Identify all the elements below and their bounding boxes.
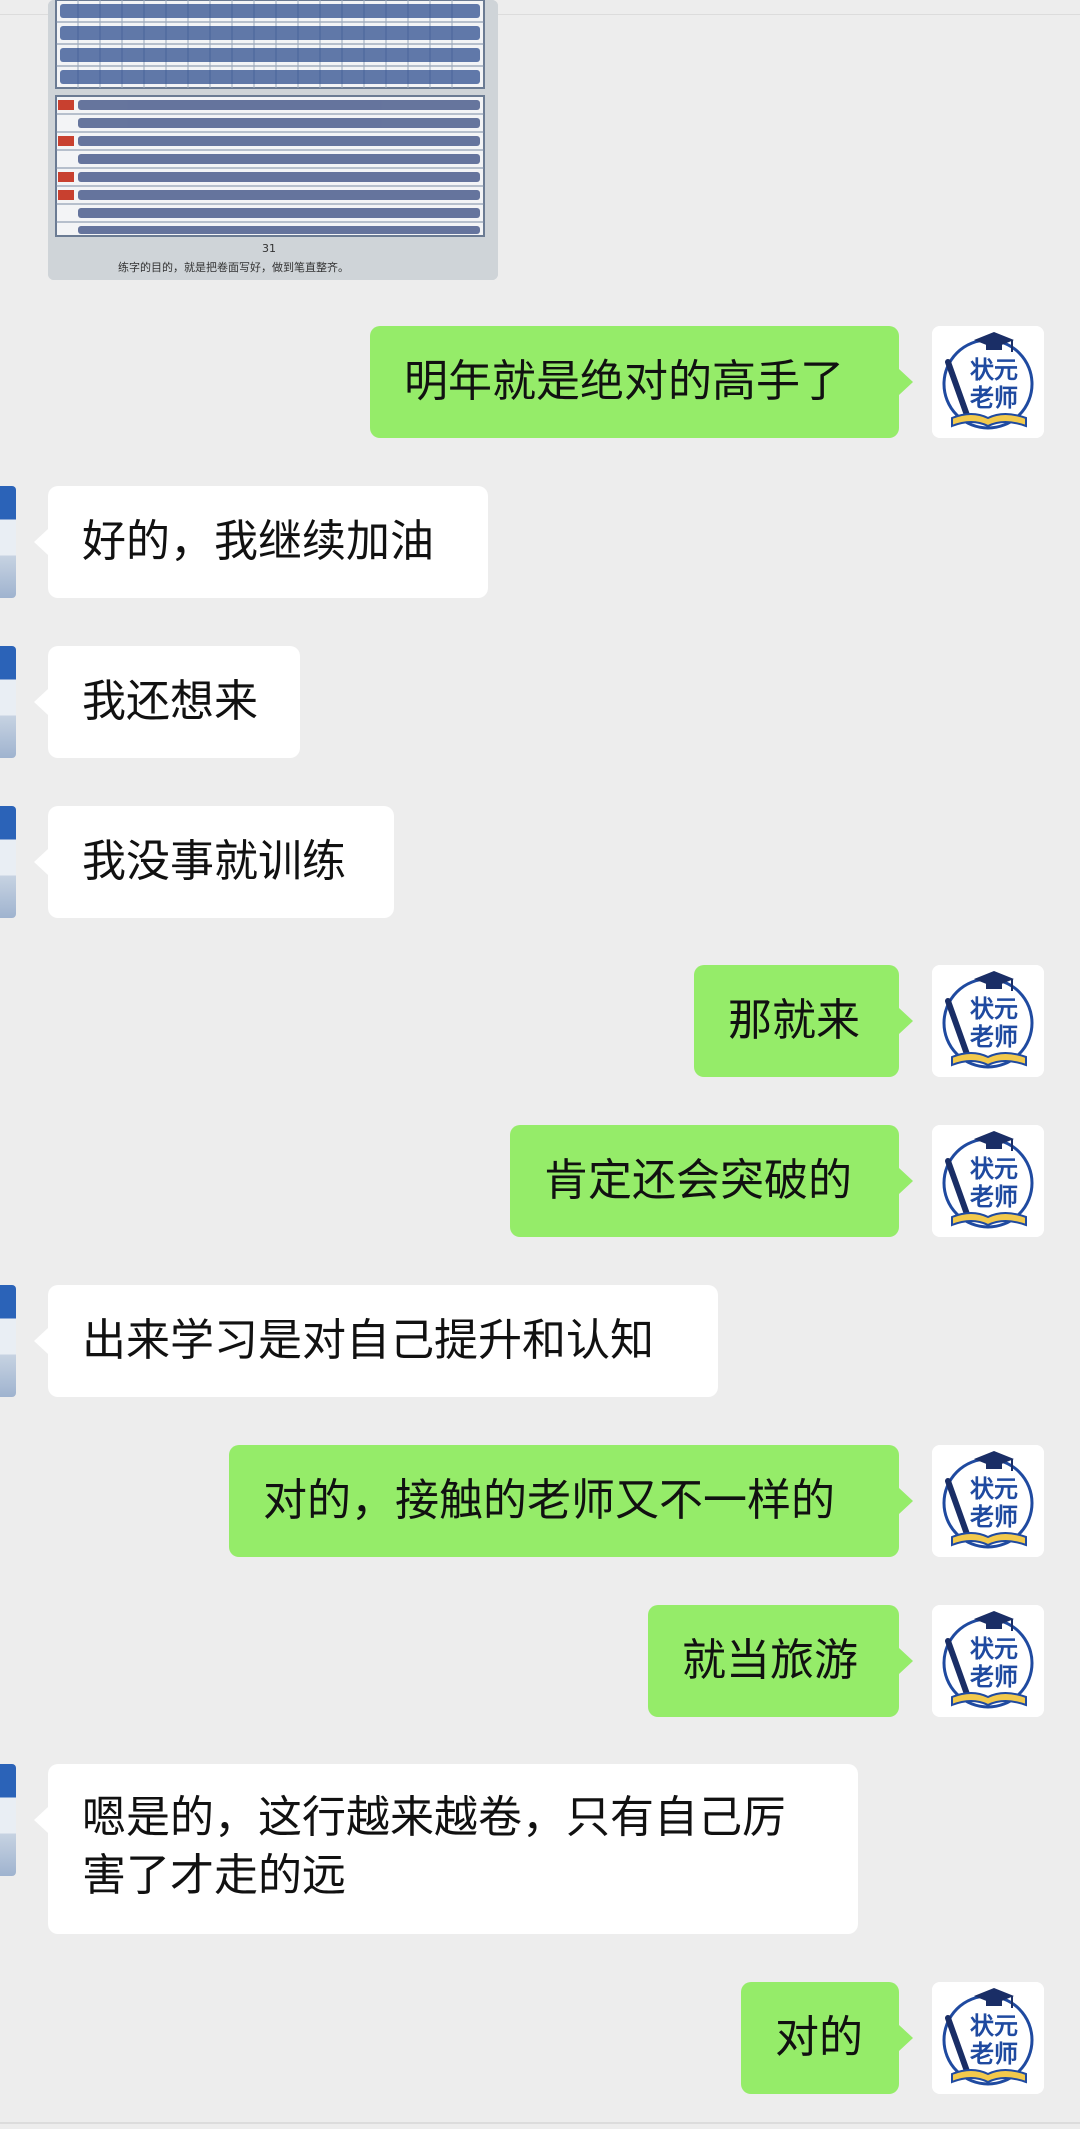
message-bubble-other[interactable]: 出来学习是对自己提升和认知 — [48, 1285, 718, 1397]
shared-image-message[interactable]: 31 练字的目的，就是把卷面写好，做到笔直整齐。 — [48, 0, 498, 280]
graduation-cap-book-pen-icon: 状元老师 — [932, 326, 1044, 438]
bubble-tail — [34, 1807, 48, 1833]
worksheet-page-number: 31 — [262, 242, 276, 255]
avatar-text-line1: 状元 — [970, 1475, 1018, 1503]
bottom-divider — [0, 2122, 1080, 2124]
message-bubble-self[interactable]: 肯定还会突破的 — [510, 1125, 899, 1237]
message-text: 对的，接触的老师又不一样的 — [263, 1475, 835, 1526]
message-text: 那就来 — [728, 995, 860, 1046]
bubble-tail — [34, 849, 48, 875]
user-avatar[interactable] — [0, 486, 16, 598]
bubble-tail — [899, 1168, 913, 1194]
message-text: 我没事就训练 — [82, 836, 346, 887]
handwriting-worksheet-image: 31 练字的目的，就是把卷面写好，做到笔直整齐。 — [48, 0, 498, 280]
teacher-avatar[interactable]: 状元 老师 — [932, 1125, 1044, 1237]
avatar-text-line1: 状元 — [970, 1155, 1018, 1183]
message-text: 明年就是绝对的高手了 — [404, 356, 844, 407]
avatar-text-line2: 老师 — [970, 2040, 1018, 2068]
message-bubble-self[interactable]: 明年就是绝对的高手了 — [370, 326, 899, 438]
message-bubble-self[interactable]: 对的 — [741, 1982, 899, 2094]
bubble-tail — [34, 689, 48, 715]
message-text: 嗯是的，这行越来越卷，只有自己厉害了才走的远 — [82, 1792, 786, 1901]
message-bubble-self[interactable]: 对的，接触的老师又不一样的 — [229, 1445, 899, 1557]
avatar-text-line1: 状元 — [970, 356, 1018, 384]
message-bubble-other[interactable]: 嗯是的，这行越来越卷，只有自己厉害了才走的远 — [48, 1764, 858, 1934]
bubble-tail — [899, 2025, 913, 2051]
message-text: 对的 — [775, 2012, 863, 2063]
avatar-text-line2: 老师 — [970, 384, 1018, 412]
message-bubble-self[interactable]: 就当旅游 — [648, 1605, 899, 1717]
avatar-text-line2: 老师 — [970, 1503, 1018, 1531]
message-text: 就当旅游 — [682, 1635, 858, 1686]
message-bubble-other[interactable]: 好的，我继续加油 — [48, 486, 488, 598]
teacher-avatar[interactable]: 状元 老师 — [932, 326, 1044, 438]
avatar-text-line2: 老师 — [970, 1023, 1018, 1051]
avatar-text-line1: 状元 — [970, 1635, 1018, 1663]
bubble-tail — [34, 529, 48, 555]
graduation-cap-book-pen-icon: 状元老师 — [932, 1445, 1044, 1557]
teacher-avatar[interactable]: 状元 老师 — [932, 1982, 1044, 2094]
user-avatar[interactable] — [0, 1764, 16, 1876]
bubble-tail — [899, 1648, 913, 1674]
worksheet-caption: 练字的目的，就是把卷面写好，做到笔直整齐。 — [118, 260, 349, 274]
avatar-text-line1: 状元 — [970, 995, 1018, 1023]
bubble-tail — [899, 1488, 913, 1514]
message-bubble-self[interactable]: 那就来 — [694, 965, 899, 1077]
message-text: 我还想来 — [82, 676, 258, 727]
message-bubble-other[interactable]: 我没事就训练 — [48, 806, 394, 918]
teacher-avatar[interactable]: 状元 老师 — [932, 1605, 1044, 1717]
graduation-cap-book-pen-icon: 状元老师 — [932, 1125, 1044, 1237]
graduation-cap-book-pen-icon: 状元老师 — [932, 1982, 1044, 2094]
message-text: 出来学习是对自己提升和认知 — [82, 1315, 654, 1366]
graduation-cap-book-pen-icon: 状元老师 — [932, 1605, 1044, 1717]
teacher-avatar[interactable]: 状元 老师 — [932, 965, 1044, 1077]
avatar-text-line1: 状元 — [970, 2012, 1018, 2040]
bubble-tail — [899, 369, 913, 395]
bubble-tail — [34, 1328, 48, 1354]
teacher-avatar[interactable]: 状元 老师 — [932, 1445, 1044, 1557]
graduation-cap-book-pen-icon: 状元老师 — [932, 965, 1044, 1077]
user-avatar[interactable] — [0, 806, 16, 918]
message-text: 肯定还会突破的 — [544, 1155, 852, 1206]
message-bubble-other[interactable]: 我还想来 — [48, 646, 300, 758]
avatar-text-line2: 老师 — [970, 1183, 1018, 1211]
bubble-tail — [899, 1008, 913, 1034]
user-avatar[interactable] — [0, 1285, 16, 1397]
avatar-text-line2: 老师 — [970, 1663, 1018, 1691]
message-text: 好的，我继续加油 — [82, 516, 434, 567]
user-avatar[interactable] — [0, 646, 16, 758]
